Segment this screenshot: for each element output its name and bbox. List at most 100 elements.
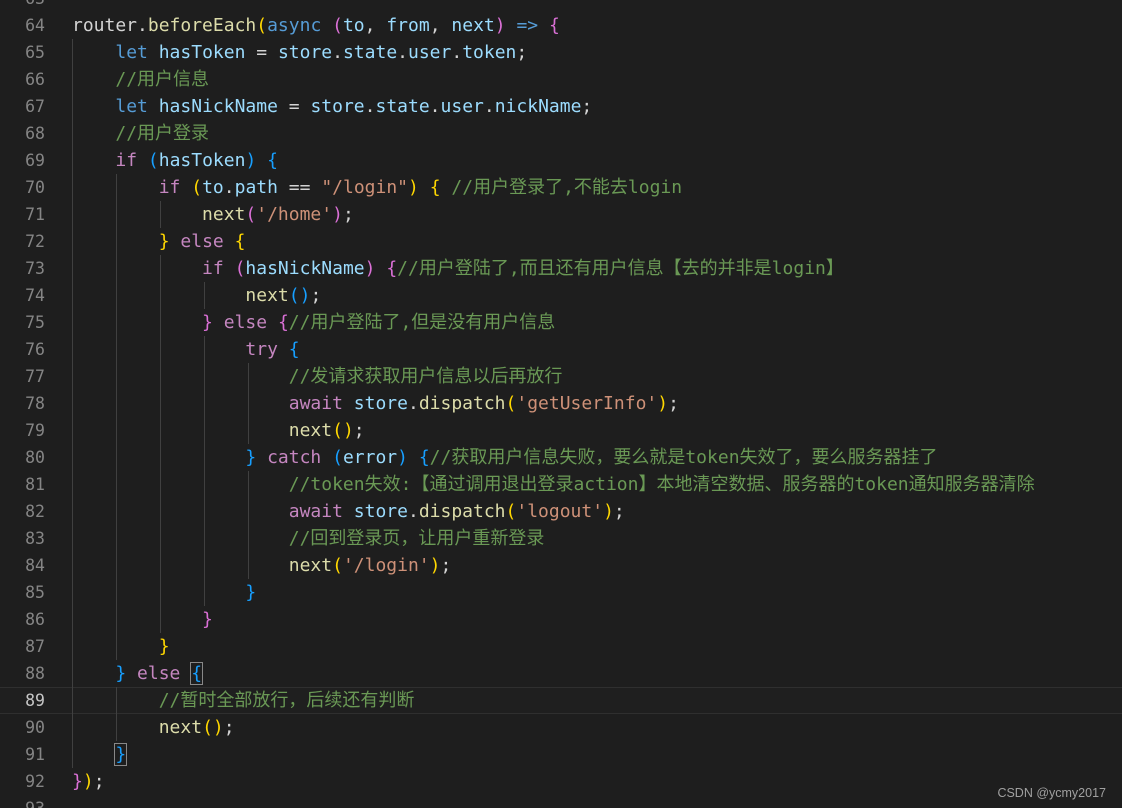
line-number: 77 — [25, 367, 45, 386]
code-editor[interactable]: 6364router.beforeEach(async (to, from, n… — [0, 0, 1122, 808]
code-text: try { — [72, 336, 299, 363]
code-token: ) — [245, 150, 257, 171]
code-text: } — [72, 741, 128, 768]
code-token: ; — [581, 96, 593, 117]
code-line[interactable]: 84 next('/login'); — [0, 552, 1122, 579]
code-line[interactable]: 63 — [0, 0, 1122, 12]
code-token: ( — [147, 150, 159, 171]
code-line[interactable]: 65 let hasToken = store.state.user.token… — [0, 39, 1122, 66]
code-token: //用户登陆了,而且还有用户信息【去的并非是login】 — [397, 258, 844, 279]
code-line[interactable]: 81 //token失效:【通过调用退出登录action】本地清空数据、服务器的… — [0, 471, 1122, 498]
code-text: } — [72, 633, 170, 660]
line-number: 85 — [25, 583, 45, 602]
code-line[interactable]: 87 } — [0, 633, 1122, 660]
code-token: next — [451, 15, 495, 36]
code-token: hasNickName — [158, 96, 278, 117]
code-token: ) — [332, 204, 343, 225]
code-text: next('/home'); — [72, 201, 354, 228]
code-token: from — [386, 15, 430, 36]
code-token: let — [115, 96, 148, 117]
line-number: 72 — [25, 232, 45, 251]
code-line[interactable]: 91 } — [0, 741, 1122, 768]
code-token: . — [429, 96, 441, 117]
line-number: 75 — [25, 313, 45, 332]
code-line[interactable]: 92}); — [0, 768, 1122, 795]
code-token: ; — [310, 285, 322, 306]
code-token: ; — [223, 717, 235, 738]
code-token: . — [332, 42, 343, 63]
code-line[interactable]: 78 await store.dispatch('getUserInfo'); — [0, 390, 1122, 417]
code-token: } — [202, 609, 213, 630]
code-line[interactable]: 85 } — [0, 579, 1122, 606]
code-token: try — [245, 339, 278, 360]
code-text: //用户登录 — [72, 120, 209, 147]
code-token: nickName — [494, 96, 582, 117]
code-line[interactable]: 77 //发请求获取用户信息以后再放行 — [0, 363, 1122, 390]
code-line[interactable]: 76 try { — [0, 336, 1122, 363]
code-line[interactable]: 89 //暂时全部放行，后续还有判断 — [0, 687, 1122, 714]
code-token: ) — [364, 258, 376, 279]
code-token: ; — [353, 420, 365, 441]
code-line[interactable]: 79 next(); — [0, 417, 1122, 444]
code-line[interactable]: 69 if (hasToken) { — [0, 147, 1122, 174]
code-text: //发请求获取用户信息以后再放行 — [72, 363, 563, 390]
code-token: { — [190, 662, 204, 685]
code-line[interactable]: 67 let hasNickName = store.state.user.ni… — [0, 93, 1122, 120]
code-text: } — [72, 606, 213, 633]
code-token: ) — [603, 501, 614, 522]
code-token: { — [548, 15, 560, 36]
code-token: } — [158, 636, 170, 657]
code-text: await store.dispatch('getUserInfo'); — [72, 390, 679, 417]
code-line[interactable]: 75 } else {//用户登陆了,但是没有用户信息 — [0, 309, 1122, 336]
code-line[interactable]: 70 if (to.path == "/login") { //用户登录了,不能… — [0, 174, 1122, 201]
code-line[interactable]: 86 } — [0, 606, 1122, 633]
code-token: next — [245, 285, 289, 306]
line-number: 69 — [25, 151, 45, 170]
code-line[interactable]: 80 } catch (error) {//获取用户信息失败，要么就是token… — [0, 444, 1122, 471]
code-token: } — [158, 231, 170, 252]
code-text: } catch (error) {//获取用户信息失败，要么就是token失效了… — [72, 444, 937, 471]
line-number: 65 — [25, 43, 45, 62]
code-token: //发请求获取用户信息以后再放行 — [288, 366, 563, 387]
code-line[interactable]: 64 router.beforeEach(async (to, from, nex… — [0, 12, 1122, 39]
code-text: router.beforeEach(async (to, from, next)… — [72, 12, 560, 39]
code-token: ( — [288, 285, 300, 306]
code-line[interactable]: 73 if (hasNickName) {//用户登陆了,而且还有用户信息【去的… — [0, 255, 1122, 282]
code-line[interactable]: 83 //回到登录页，让用户重新登录 — [0, 525, 1122, 552]
code-line[interactable]: 93 — [0, 795, 1122, 808]
code-line[interactable]: 68 //用户登录 — [0, 120, 1122, 147]
code-line[interactable]: 82 await store.dispatch('logout'); — [0, 498, 1122, 525]
code-line[interactable]: 72 } else { — [0, 228, 1122, 255]
code-line[interactable]: 90 next(); — [0, 714, 1122, 741]
code-token: ) — [342, 420, 354, 441]
code-line[interactable]: 71 next('/home'); — [0, 201, 1122, 228]
code-text: }); — [72, 768, 105, 795]
line-number: 91 — [25, 745, 45, 764]
code-token: '/home' — [256, 204, 333, 225]
code-line[interactable]: 66 //用户信息 — [0, 66, 1122, 93]
code-line[interactable]: 74 next(); — [0, 282, 1122, 309]
code-token: store — [353, 393, 408, 414]
code-token: if — [115, 150, 138, 171]
code-line[interactable]: 88 } else { — [0, 660, 1122, 687]
